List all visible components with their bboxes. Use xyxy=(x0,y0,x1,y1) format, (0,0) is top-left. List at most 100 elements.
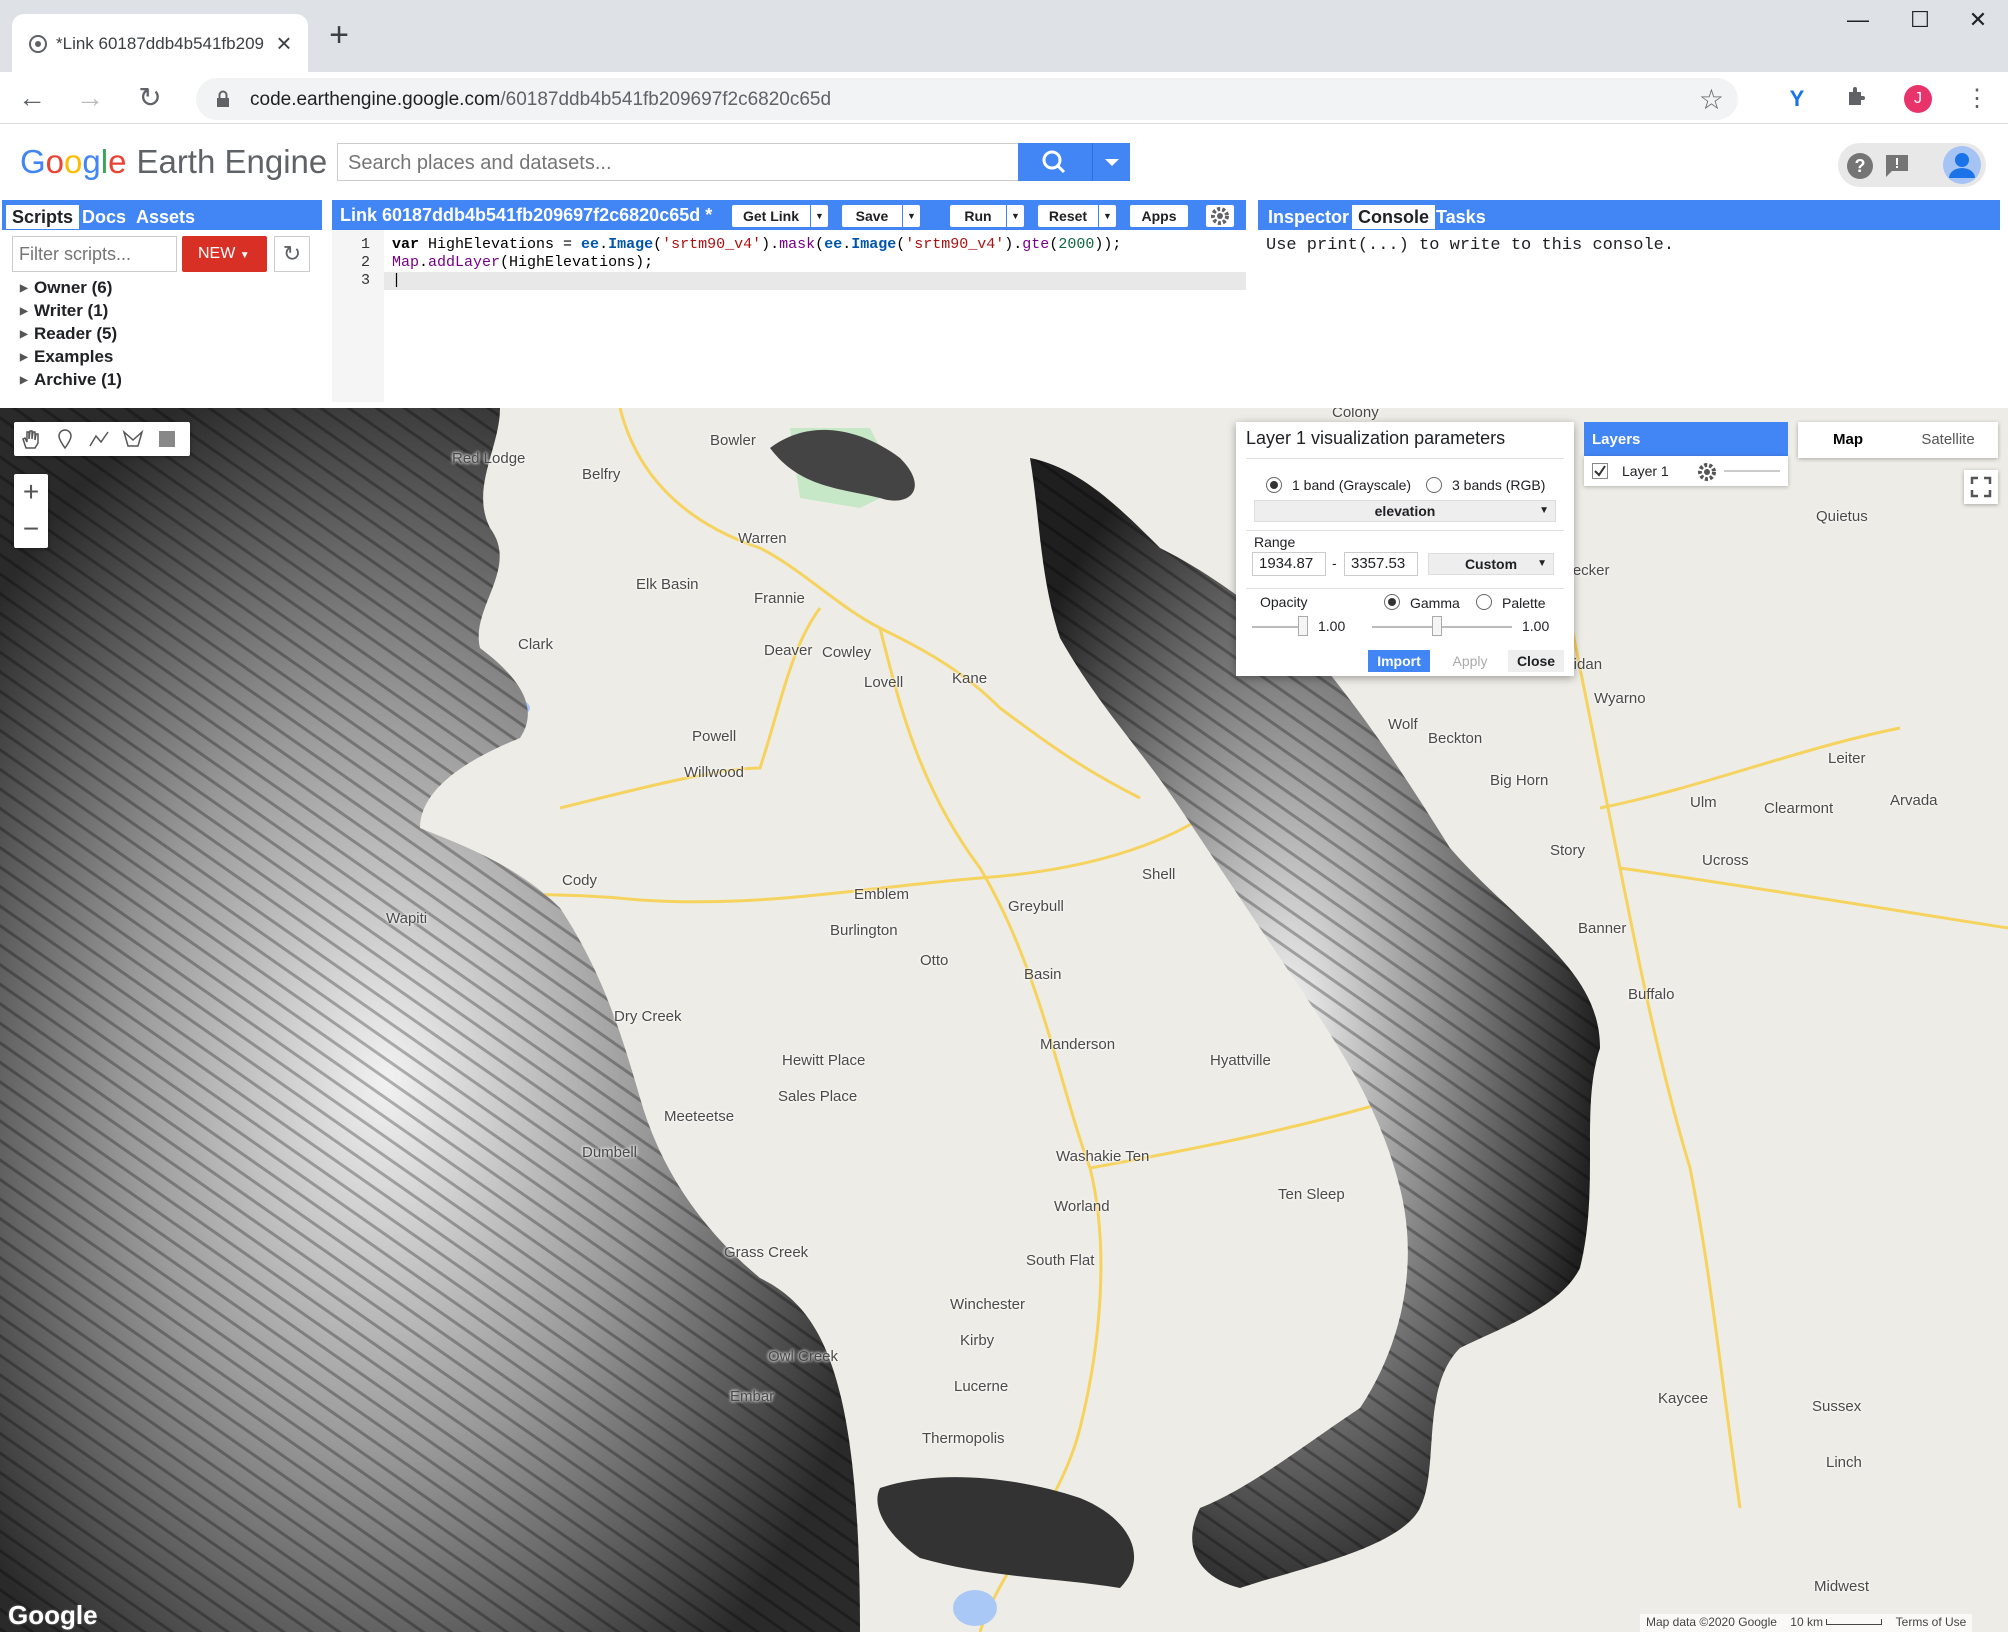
map-label: Kaycee xyxy=(1658,1390,1709,1407)
maximize-icon[interactable]: ☐ xyxy=(1900,6,1940,34)
one-band-radio[interactable] xyxy=(1266,477,1282,493)
google-map-logo: Google xyxy=(8,1600,98,1630)
pan-hand-icon[interactable] xyxy=(18,426,44,452)
address-bar[interactable]: code.earthengine.google.com/60187ddb4b54… xyxy=(196,78,1738,120)
layer-visible-checkbox[interactable] xyxy=(1592,463,1608,479)
feedback-icon[interactable] xyxy=(1884,153,1910,179)
minimize-icon[interactable]: — xyxy=(1838,6,1878,34)
range-max-input[interactable]: 3357.53 xyxy=(1344,552,1418,576)
lock-icon xyxy=(217,90,229,107)
three-bands-radio[interactable] xyxy=(1426,477,1442,493)
chrome-menu-icon[interactable]: ⋮ xyxy=(1962,84,1992,114)
code-line-3[interactable]: | xyxy=(392,272,401,289)
gamma-radio[interactable] xyxy=(1384,594,1400,610)
tab-inspector[interactable]: Inspector xyxy=(1262,205,1355,229)
tree-item-owner[interactable]: ▶ Owner (6) xyxy=(20,278,112,298)
tab-tasks[interactable]: Tasks xyxy=(1430,205,1492,229)
range-min-input[interactable]: 1934.87 xyxy=(1252,552,1326,576)
tree-item-writer[interactable]: ▶ Writer (1) xyxy=(20,301,108,321)
search-button[interactable] xyxy=(1018,143,1092,181)
map-label: Grass Creek xyxy=(724,1244,809,1261)
search-icon xyxy=(1042,150,1066,174)
save-button[interactable]: Save ▼ xyxy=(842,205,920,227)
tree-item-archive[interactable]: ▶ Archive (1) xyxy=(20,370,122,390)
draw-line-icon[interactable] xyxy=(86,426,112,452)
palette-radio[interactable] xyxy=(1476,594,1492,610)
apps-button[interactable]: Apps xyxy=(1130,205,1188,227)
code-line-1[interactable]: var HighElevations = ee.Image('srtm90_v4… xyxy=(392,236,1121,253)
help-feedback-account-group: ? xyxy=(1838,143,1986,187)
get-link-button[interactable]: Get Link ▼ xyxy=(732,205,828,227)
range-label: Range xyxy=(1254,534,1296,550)
tab-console[interactable]: Console xyxy=(1352,205,1436,229)
map-label: Basin xyxy=(1024,966,1062,983)
add-marker-icon[interactable] xyxy=(52,426,78,452)
close-button[interactable]: Close xyxy=(1508,650,1564,672)
range-mode-select[interactable]: Custom ▼ xyxy=(1428,553,1554,575)
draw-polygon-icon[interactable] xyxy=(120,426,146,452)
apply-button[interactable]: Apply xyxy=(1442,650,1498,672)
map-label: Midwest xyxy=(1814,1578,1870,1595)
opacity-label: Opacity xyxy=(1260,594,1308,610)
earth-engine-favicon-icon xyxy=(29,35,47,53)
browser-tab[interactable]: *Link 60187ddb4b541fb2096974 × xyxy=(12,14,308,72)
current-line-highlight xyxy=(384,272,1246,290)
three-bands-label: 3 bands (RGB) xyxy=(1452,477,1546,493)
new-tab-icon[interactable]: + xyxy=(324,18,354,52)
window-close-icon[interactable]: ✕ xyxy=(1958,6,1998,34)
terms-link[interactable]: Terms of Use xyxy=(1896,1615,1967,1629)
run-button[interactable]: Run ▼ xyxy=(950,205,1024,227)
gamma-slider-track[interactable] xyxy=(1372,626,1512,628)
map-label: Lovell xyxy=(864,674,904,691)
filter-scripts-input[interactable]: Filter scripts... xyxy=(12,236,177,272)
tab-assets[interactable]: Assets xyxy=(130,205,201,229)
fullscreen-icon[interactable] xyxy=(1964,470,1998,504)
extension-y-icon[interactable]: Y xyxy=(1782,84,1812,114)
map-label: Frannie xyxy=(754,590,805,607)
import-button[interactable]: Import xyxy=(1368,650,1430,672)
map-label: Burlington xyxy=(830,922,898,939)
tree-item-examples[interactable]: ▶ Examples xyxy=(20,347,113,367)
refresh-icon[interactable]: ↻ xyxy=(274,236,310,272)
zoom-out-button[interactable]: − xyxy=(14,511,48,548)
profile-avatar[interactable]: J xyxy=(1904,85,1932,113)
reload-icon[interactable]: ↻ xyxy=(136,84,164,112)
reset-button[interactable]: Reset ▼ xyxy=(1038,205,1116,227)
map-label: Worland xyxy=(1054,1198,1110,1215)
layer-opacity-slider[interactable] xyxy=(1724,470,1780,472)
map-type-map-button[interactable]: Map xyxy=(1798,422,1898,458)
tree-item-reader[interactable]: ▶ Reader (5) xyxy=(20,324,117,344)
account-avatar-icon[interactable] xyxy=(1942,145,1982,185)
one-band-label: 1 band (Grayscale) xyxy=(1292,477,1412,493)
divider xyxy=(1246,588,1564,589)
map-attribution: Map data ©2020 Google 10 km Terms of Use xyxy=(1640,1614,1973,1632)
search-options-dropdown[interactable] xyxy=(1092,143,1130,181)
map-type-satellite-button[interactable]: Satellite xyxy=(1898,422,1998,458)
extensions-puzzle-icon[interactable] xyxy=(1842,84,1872,114)
draw-rectangle-icon[interactable] xyxy=(154,426,180,452)
tab-close-icon[interactable]: × xyxy=(272,30,296,56)
editor-settings-gear-icon[interactable] xyxy=(1206,205,1234,227)
back-icon[interactable]: ← xyxy=(18,84,46,112)
search-input[interactable]: Search places and datasets... xyxy=(337,143,1019,181)
opacity-slider-thumb[interactable] xyxy=(1298,616,1308,636)
tab-docs[interactable]: Docs xyxy=(76,205,132,229)
script-title: Link 60187ddb4b541fb209697f2c6820c65d * xyxy=(340,205,713,225)
zoom-in-button[interactable]: + xyxy=(14,474,48,511)
layers-title[interactable]: Layers xyxy=(1584,422,1788,456)
map-label: Emblem xyxy=(854,886,910,903)
map-label: Washakie Ten xyxy=(1056,1148,1150,1165)
new-script-button[interactable]: NEW ▼ xyxy=(182,236,267,272)
map-label: Cowley xyxy=(822,644,872,661)
code-line-2[interactable]: Map.addLayer(HighElevations); xyxy=(392,254,653,271)
bookmark-star-icon[interactable]: ☆ xyxy=(1699,83,1724,116)
band-select[interactable]: elevation ▼ xyxy=(1254,500,1556,522)
layer-settings-gear-icon[interactable] xyxy=(1696,461,1718,483)
tab-scripts[interactable]: Scripts xyxy=(6,205,80,229)
gamma-slider-thumb[interactable] xyxy=(1432,616,1442,636)
help-icon[interactable]: ? xyxy=(1846,152,1874,180)
map-label: Buffalo xyxy=(1628,986,1675,1003)
map-label: Winchester xyxy=(950,1296,1026,1313)
map-canvas[interactable]: Colony Bowler Belfry Red Lodge Warren El… xyxy=(0,408,2008,1632)
forward-icon[interactable]: → xyxy=(76,84,104,112)
